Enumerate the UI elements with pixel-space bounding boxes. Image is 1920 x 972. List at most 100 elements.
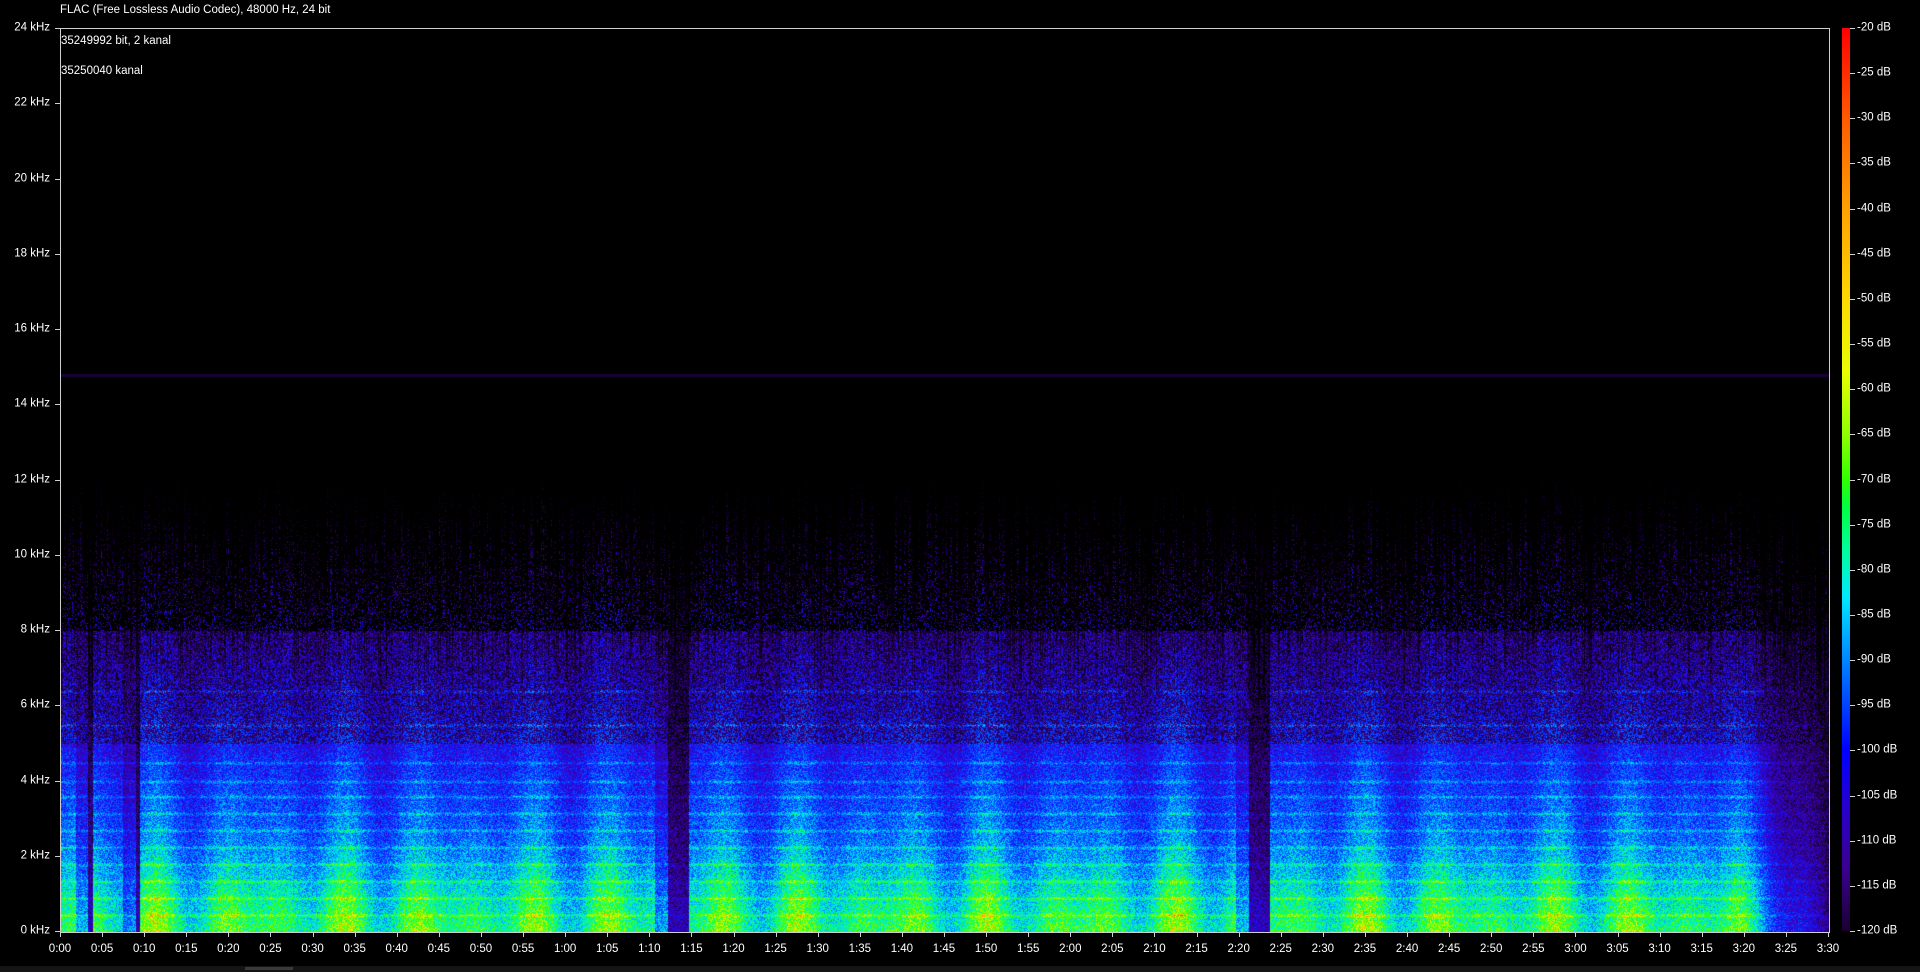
db-tick-label: -40 dB	[1857, 201, 1891, 214]
time-tick-mark	[733, 932, 735, 937]
frequency-tick-label: 18 kHz	[14, 247, 50, 259]
time-tick-mark	[270, 932, 272, 937]
time-tick-mark	[523, 932, 525, 937]
db-tick-label: -60 dB	[1857, 382, 1891, 395]
time-tick-label: 1:55	[1016, 943, 1040, 955]
db-tick-label: -110 dB	[1857, 833, 1897, 846]
time-tick-label: 3:20	[1732, 943, 1755, 955]
db-tick-mark	[1850, 208, 1855, 210]
spectrogram-image	[61, 29, 1829, 932]
db-tick-label: -75 dB	[1857, 517, 1891, 530]
frequency-tick-mark	[55, 780, 60, 782]
time-tick-label: 0:35	[343, 943, 366, 955]
time-tick-mark	[1238, 932, 1240, 937]
frequency-tick-mark	[55, 178, 60, 180]
frequency-tick-label: 2 kHz	[20, 849, 50, 861]
time-tick-mark	[480, 932, 482, 937]
time-tick-label: 1:50	[974, 943, 998, 955]
time-tick-label: 0:15	[175, 943, 198, 955]
frequency-tick-label: 8 kHz	[20, 623, 50, 636]
time-tick-label: 1:40	[890, 943, 914, 955]
db-tick-label: -50 dB	[1857, 292, 1891, 305]
time-tick-label: 0:25	[259, 943, 282, 955]
db-tick-label: -115 dB	[1857, 879, 1897, 892]
time-tick-mark	[1196, 932, 1198, 937]
frequency-tick-mark	[55, 28, 60, 29]
time-tick-mark	[1575, 932, 1577, 937]
frequency-tick-mark	[55, 705, 60, 707]
db-tick-mark	[1850, 750, 1855, 752]
db-tick-mark	[1850, 524, 1855, 526]
time-tick-label: 2:55	[1522, 943, 1545, 955]
time-tick-label: 0:50	[469, 943, 493, 955]
time-tick-label: 2:20	[1227, 943, 1250, 955]
time-tick-label: 0:20	[217, 943, 240, 955]
time-tick-label: 0:00	[48, 943, 72, 955]
db-tick-mark	[1850, 569, 1855, 571]
db-tick-label: -105 dB	[1857, 788, 1898, 801]
time-tick-label: 1:05	[596, 943, 619, 955]
time-tick-mark	[859, 932, 861, 937]
time-tick-label: 2:40	[1395, 943, 1419, 955]
db-tick-label: -35 dB	[1857, 156, 1891, 169]
time-tick-label: 2:35	[1353, 943, 1377, 955]
db-tick-mark	[1850, 705, 1855, 707]
spectrogram-plot[interactable]: 35249992 bit, 2 kanal 35250040 kanal	[60, 28, 1830, 933]
time-tick-label: 1:00	[553, 943, 577, 955]
time-tick-label: 1:30	[806, 943, 829, 955]
time-tick-label: 0:10	[132, 943, 156, 955]
db-tick-mark	[1850, 840, 1855, 842]
db-tick-label: -30 dB	[1857, 111, 1891, 124]
time-tick-label: 1:15	[680, 943, 703, 955]
db-tick-mark	[1850, 73, 1855, 75]
time-tick-mark	[312, 932, 314, 937]
time-tick-mark	[144, 932, 146, 937]
time-tick-mark	[354, 932, 356, 937]
time-tick-label: 3:15	[1690, 943, 1713, 955]
time-tick-mark	[228, 932, 230, 937]
db-tick-label: -80 dB	[1857, 563, 1891, 576]
frequency-tick-mark	[55, 554, 60, 556]
time-tick-mark	[1070, 932, 1072, 937]
frequency-tick-label: 24 kHz	[14, 21, 50, 34]
db-tick-mark	[1850, 479, 1855, 481]
time-tick-label: 2:05	[1101, 943, 1124, 955]
time-tick-mark	[775, 932, 777, 937]
time-tick-mark	[1322, 932, 1324, 937]
time-tick-label: 2:10	[1143, 943, 1166, 955]
frequency-tick-mark	[55, 103, 60, 105]
format-info-label: FLAC (Free Lossless Audio Codec), 48000 …	[60, 4, 331, 16]
time-tick-mark	[607, 932, 609, 937]
time-tick-label: 0:30	[301, 943, 324, 955]
db-tick-label: -95 dB	[1857, 698, 1891, 711]
frequency-tick-mark	[55, 404, 60, 406]
time-tick-mark	[1364, 932, 1366, 937]
db-tick-label: -25 dB	[1857, 66, 1891, 79]
time-tick-mark	[1785, 932, 1787, 937]
time-tick-mark	[691, 932, 693, 937]
time-tick-mark	[565, 932, 567, 937]
db-tick-mark	[1850, 298, 1855, 300]
db-tick-mark	[1850, 253, 1855, 255]
db-tick-mark	[1850, 614, 1855, 616]
time-tick-mark	[649, 932, 651, 937]
time-tick-mark	[1533, 932, 1535, 937]
time-tick-mark	[1659, 932, 1661, 937]
db-tick-mark	[1850, 389, 1855, 391]
db-tick-label: -45 dB	[1857, 247, 1891, 259]
time-tick-label: 2:45	[1437, 943, 1461, 955]
time-tick-mark	[1154, 932, 1156, 937]
frequency-tick-mark	[55, 329, 60, 330]
time-tick-mark	[1617, 932, 1619, 937]
db-tick-label: -90 dB	[1857, 653, 1891, 666]
frequency-tick-label: 16 kHz	[14, 322, 50, 335]
time-tick-label: 3:05	[1606, 943, 1629, 955]
time-tick-mark	[1828, 932, 1829, 937]
time-tick-label: 3:25	[1774, 943, 1798, 955]
frequency-tick-mark	[55, 630, 60, 631]
frequency-tick-label: 4 kHz	[20, 773, 50, 786]
time-tick-label: 1:25	[764, 943, 787, 955]
time-tick-mark	[1449, 932, 1451, 937]
time-tick-mark	[1112, 932, 1114, 937]
scrollbar-thumb[interactable]	[245, 967, 293, 970]
